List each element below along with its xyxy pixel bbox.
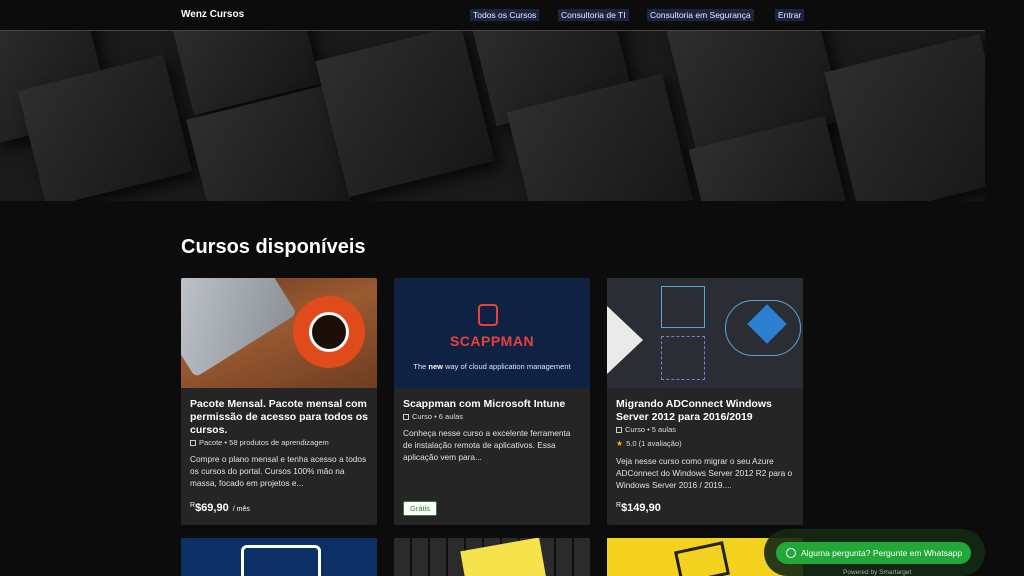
- robot-icon: [478, 304, 498, 326]
- course-meta: Curso • 6 aulas: [403, 412, 463, 421]
- scappman-tagline: The new way of cloud application managem…: [413, 362, 571, 371]
- course-meta: Pacote • 58 produtos de aprendizagem: [190, 438, 329, 447]
- course-thumbnail[interactable]: [607, 278, 803, 388]
- whatsapp-icon: [786, 548, 796, 558]
- package-icon: [190, 439, 196, 446]
- course-icon: [616, 426, 622, 433]
- course-thumbnail-keyboard[interactable]: [394, 538, 590, 576]
- course-price: R$69,90/ mês: [190, 502, 250, 514]
- course-title[interactable]: Pacote Mensal. Pacote mensal com permiss…: [190, 398, 368, 437]
- site-brand[interactable]: Wenz Cursos: [181, 9, 244, 20]
- course-thumbnail[interactable]: SCAPPMAN The new way of cloud applicatio…: [394, 278, 590, 388]
- nav-link-entrar[interactable]: Entrar: [775, 9, 805, 21]
- hero-cube: [824, 33, 985, 201]
- course-thumbnail-devices[interactable]: [181, 538, 377, 576]
- server-box-icon: [661, 286, 705, 328]
- document-icon: [674, 541, 730, 576]
- device-icon: [241, 545, 321, 576]
- course-price: R$149,90: [616, 502, 661, 514]
- course-card-scappman[interactable]: SCAPPMAN The new way of cloud applicatio…: [394, 278, 590, 525]
- hero-cube: [315, 31, 495, 198]
- server-box-dashed-icon: [661, 336, 705, 380]
- course-icon: [403, 413, 409, 420]
- hero-banner: [0, 30, 985, 201]
- nav-link-consultoria-seguranca[interactable]: Consultoria em Segurança: [647, 9, 754, 21]
- course-rating: ★ 5.0 (1 avaliação): [616, 439, 682, 448]
- course-description: Veja nesse curso como migrar o seu Azure…: [616, 456, 793, 490]
- triangle-shape: [607, 306, 643, 374]
- top-navbar: Wenz Cursos Todos os Cursos Consultoria …: [0, 0, 1024, 30]
- coffee-cup-image: [293, 296, 365, 368]
- course-title[interactable]: Migrando ADConnect Windows Server 2012 p…: [616, 398, 794, 424]
- powered-by-label[interactable]: Powered by Smartarget: [843, 569, 911, 576]
- nav-link-todos-os-cursos[interactable]: Todos os Cursos: [470, 9, 540, 21]
- course-description: Compre o plano mensal e tenha acesso a t…: [190, 454, 367, 488]
- scappman-logo-text: SCAPPMAN: [449, 333, 535, 349]
- star-icon: ★: [616, 439, 624, 448]
- course-title[interactable]: Scappman com Microsoft Intune: [403, 398, 581, 411]
- course-card-adconnect[interactable]: Migrando ADConnect Windows Server 2012 p…: [607, 278, 803, 525]
- course-meta: Curso • 5 aulas: [616, 425, 676, 434]
- section-title: Cursos disponíveis: [181, 236, 366, 258]
- free-badge: Grátis: [403, 501, 438, 516]
- nav-link-consultoria-ti[interactable]: Consultoria de TI: [558, 9, 629, 21]
- course-description: Conheça nesse curso a excelente ferramen…: [403, 428, 571, 462]
- course-thumbnail[interactable]: [181, 278, 377, 388]
- course-card-pacote-mensal[interactable]: Pacote Mensal. Pacote mensal com permiss…: [181, 278, 377, 525]
- laptop-image: [181, 278, 298, 378]
- whatsapp-button[interactable]: Alguma pergunta? Pergunte em Whatsapp: [776, 542, 971, 564]
